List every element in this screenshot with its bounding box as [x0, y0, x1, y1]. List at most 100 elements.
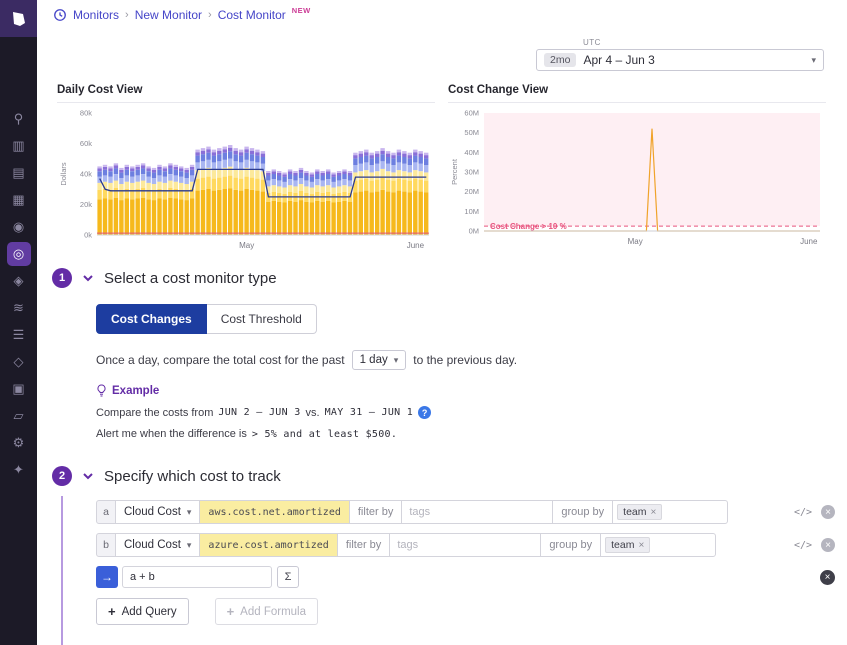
svg-text:80k: 80k — [80, 109, 92, 118]
period-select[interactable]: 1 day ▾ — [352, 350, 407, 370]
datadog-dog-icon — [9, 9, 29, 29]
alert-before: Alert me when the difference is — [96, 428, 247, 440]
remove-formula-icon[interactable]: × — [820, 570, 835, 585]
section-1-number: 1 — [52, 268, 72, 288]
filter-tags-input[interactable] — [402, 501, 552, 523]
watchdog-icon[interactable]: ◉ — [7, 215, 31, 239]
data-source-select[interactable]: Cloud Cost ▾ — [115, 533, 200, 557]
chevron-down-icon: ▾ — [811, 55, 816, 66]
remove-tag-icon[interactable]: × — [638, 540, 644, 551]
remove-query-icon[interactable]: × — [821, 505, 835, 519]
host-map-icon[interactable]: ▤ — [7, 161, 31, 185]
example-heading: Example — [96, 384, 835, 397]
datadog-logo[interactable] — [0, 0, 37, 37]
sigma-function-button[interactable]: Σ — [277, 566, 299, 588]
section-cost-to-track: 2 Specify which cost to track a Cloud Co… — [52, 466, 835, 625]
cost-change-chart: Cost Change View 0M10M20M30M40M50M60MPer… — [448, 84, 826, 261]
breadcrumb-monitors[interactable]: Monitors — [73, 8, 119, 22]
section-monitor-type: 1 Select a cost monitor type Cost Change… — [52, 268, 835, 440]
dashboards-icon[interactable]: ▣ — [7, 377, 31, 401]
query-row-a: a Cloud Cost ▾ aws.cost.net.amortized fi… — [96, 500, 835, 524]
group-tag-label: team — [623, 506, 646, 518]
notebooks-icon[interactable]: ▱ — [7, 404, 31, 428]
filter-by-label: filter by — [337, 533, 390, 557]
apm-icon[interactable]: ◈ — [7, 269, 31, 293]
section-2-title: Specify which cost to track — [104, 468, 281, 485]
data-source-select[interactable]: Cloud Cost ▾ — [115, 500, 200, 524]
section-1-header: 1 Select a cost monitor type — [52, 268, 835, 288]
svg-text:Dollars: Dollars — [59, 162, 68, 186]
breadcrumb-separator: › — [125, 9, 129, 21]
time-range-chip[interactable]: 2mo — [544, 53, 576, 67]
formula-arrow-icon[interactable]: → — [96, 566, 118, 588]
add-formula-label: Add Formula — [240, 606, 306, 618]
integrations-icon[interactable]: ✦ — [7, 458, 31, 482]
search-icon[interactable]: ⚲ — [7, 107, 31, 131]
new-badge: NEW — [292, 6, 311, 15]
query-letter-badge: a — [96, 500, 116, 524]
compare-vs: vs. — [306, 407, 320, 419]
compare-range-1: JUN 2 – JUN 3 — [218, 407, 300, 418]
cost-change-chart-title: Cost Change View — [448, 84, 826, 103]
svg-text:May: May — [239, 241, 254, 250]
cost-changes-button[interactable]: Cost Changes — [96, 304, 207, 334]
daily-cost-chart-title: Daily Cost View — [57, 84, 435, 103]
svg-text:50M: 50M — [464, 128, 479, 137]
network-icon[interactable]: ≋ — [7, 296, 31, 320]
formula-input[interactable] — [122, 566, 272, 588]
filter-input-wrap — [401, 500, 553, 524]
help-icon[interactable]: ? — [418, 406, 431, 419]
settings-icon[interactable]: ⚙ — [7, 431, 31, 455]
cost-change-chart-plot: 0M10M20M30M40M50M60MPercentCost Change >… — [448, 103, 826, 261]
remove-tag-icon[interactable]: × — [651, 507, 657, 518]
svg-text:20M: 20M — [464, 187, 479, 196]
security-icon[interactable]: ◇ — [7, 350, 31, 374]
add-query-button[interactable]: + Add Query — [96, 598, 189, 625]
metric-name[interactable]: azure.cost.amortized — [199, 533, 337, 557]
alert-condition: > 5% and at least $500. — [252, 429, 397, 440]
formula-row: → Σ × — [96, 566, 835, 588]
group-by-input[interactable] — [654, 534, 684, 556]
svg-text:40k: 40k — [80, 170, 92, 179]
group-input-wrap: team × — [612, 500, 728, 524]
monitor-type-toggle: Cost Changes Cost Threshold — [96, 304, 317, 334]
metrics-icon[interactable]: ▦ — [7, 188, 31, 212]
logs-icon[interactable]: ☰ — [7, 323, 31, 347]
section-1-title: Select a cost monitor type — [104, 270, 277, 287]
svg-text:June: June — [407, 241, 425, 250]
code-view-icon[interactable]: </> — [794, 540, 812, 551]
group-tag[interactable]: team × — [605, 537, 650, 553]
infrastructure-icon[interactable]: ▥ — [7, 134, 31, 158]
time-range-picker[interactable]: UTC 2mo Apr 4 – Jun 3 ▾ — [536, 49, 824, 71]
monitors-icon[interactable]: ◎ — [7, 242, 31, 266]
data-source-value: Cloud Cost — [124, 506, 181, 518]
group-tag[interactable]: team × — [617, 504, 662, 520]
code-view-icon[interactable]: </> — [794, 507, 812, 518]
filter-by-label: filter by — [349, 500, 402, 524]
metric-name[interactable]: aws.cost.net.amortized — [199, 500, 349, 524]
svg-text:Cost Change > 10 %: Cost Change > 10 % — [490, 222, 567, 231]
svg-text:20k: 20k — [80, 200, 92, 209]
filter-tags-input[interactable] — [390, 534, 540, 556]
group-input-wrap: team × — [600, 533, 716, 557]
utc-label: UTC — [583, 38, 601, 47]
chevron-down-icon: ▾ — [187, 540, 192, 551]
group-by-input[interactable] — [666, 501, 696, 523]
collapse-chevron-icon[interactable] — [81, 271, 95, 285]
query-letter-badge: b — [96, 533, 116, 557]
cost-threshold-button[interactable]: Cost Threshold — [207, 304, 317, 334]
section-2-number: 2 — [52, 466, 72, 486]
sentence-after: to the previous day. — [413, 353, 517, 367]
remove-query-icon[interactable]: × — [821, 538, 835, 552]
group-by-label: group by — [552, 500, 613, 524]
section-connector-line — [61, 496, 63, 645]
add-formula-button[interactable]: + Add Formula — [215, 598, 318, 625]
daily-cost-chart-plot: 0k20k40k60k80kDollarsMayJune — [57, 103, 435, 261]
cost-monitor-page: ⚲▥▤▦◉◎◈≋☰◇▣▱⚙✦ Monitors › New Monitor › … — [0, 0, 847, 645]
group-by-label: group by — [540, 533, 601, 557]
collapse-chevron-icon[interactable] — [81, 469, 95, 483]
svg-text:0k: 0k — [84, 231, 92, 240]
breadcrumb-new-monitor[interactable]: New Monitor — [135, 8, 202, 22]
compare-sentence: Once a day, compare the total cost for t… — [96, 350, 835, 370]
breadcrumb-cost-monitor[interactable]: Cost Monitor — [218, 8, 286, 22]
